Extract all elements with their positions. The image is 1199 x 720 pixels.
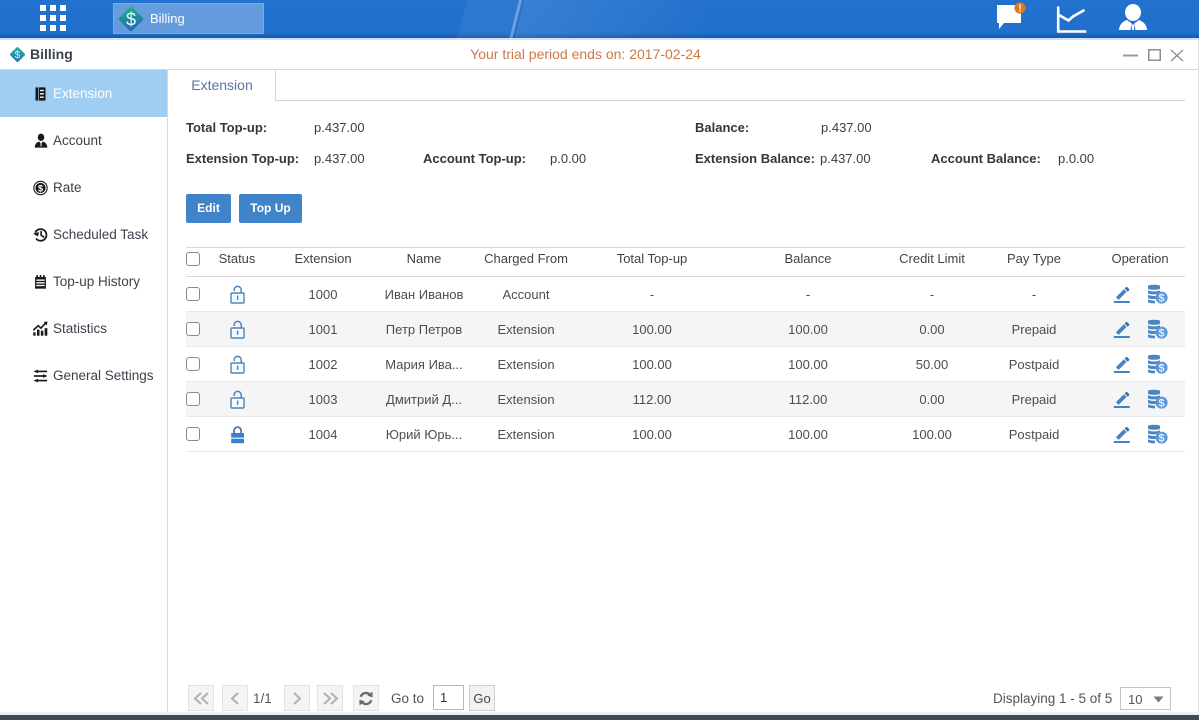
svg-text:$: $ <box>1158 363 1164 374</box>
svg-text:$: $ <box>38 183 43 193</box>
svg-text:$: $ <box>1158 398 1164 409</box>
svg-text:$: $ <box>126 9 136 29</box>
svg-text:$: $ <box>1158 293 1164 304</box>
svg-text:$: $ <box>1158 433 1164 444</box>
svg-text:!: ! <box>1018 4 1021 15</box>
svg-text:$: $ <box>1158 328 1164 339</box>
